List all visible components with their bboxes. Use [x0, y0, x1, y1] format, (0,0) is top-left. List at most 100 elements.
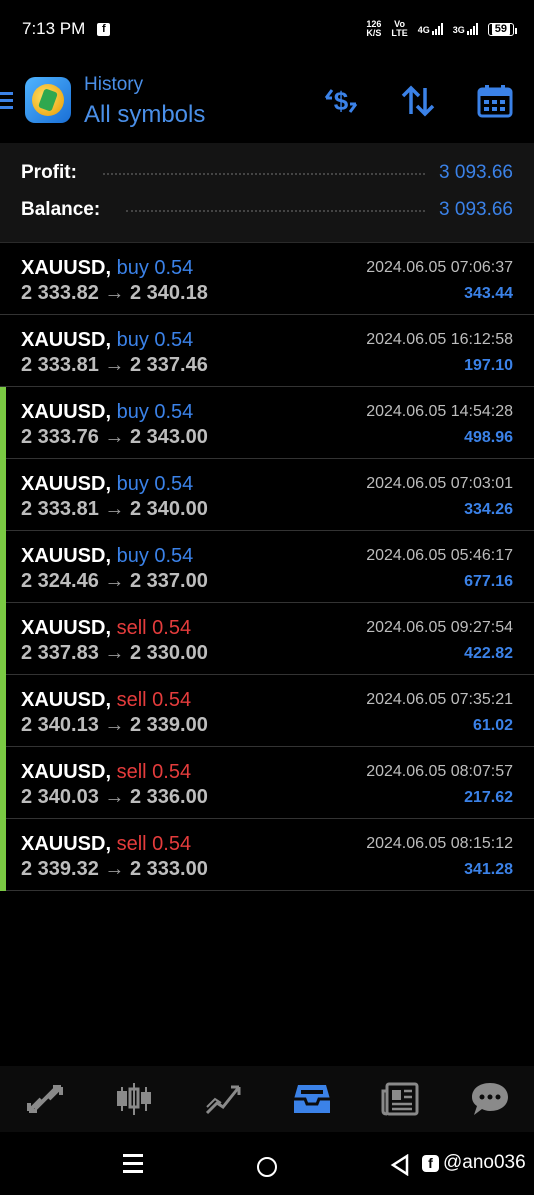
trade-row[interactable]: XAUUSD, buy 0.54 2 333.82 → 2 340.18 2024.…: [0, 243, 534, 315]
trade-profit: 498.96: [464, 429, 513, 446]
trade-row[interactable]: XAUUSD, buy 0.54 2 333.76 → 2 343.00 2024.…: [0, 387, 534, 459]
open-price: 2 333.82: [21, 282, 99, 304]
trade-symbol: XAUUSD, sell 0.54: [21, 761, 192, 783]
chat-tab[interactable]: [445, 1066, 534, 1132]
trade-date: 2024.06.05 08:07:57: [366, 763, 513, 780]
battery-icon: 59: [487, 22, 518, 36]
quotes-arrows-icon: [26, 1085, 63, 1113]
trade-date: 2024.06.05 07:35:21: [366, 691, 513, 708]
trade-date: 2024.06.05 07:03:01: [366, 475, 513, 492]
account-summary: Profit: 3 093.66 Balance: 3 093.66: [0, 143, 534, 243]
trade-tab[interactable]: [178, 1066, 267, 1132]
balance-row: Balance: 3 093.66: [21, 195, 513, 225]
profit-label: Profit:: [21, 162, 77, 183]
calendar-icon[interactable]: [476, 84, 514, 118]
close-price: 2 336.00: [129, 786, 208, 808]
trade-direction-volume: sell 0.54: [116, 761, 192, 783]
open-price: 2 333.81: [21, 354, 99, 376]
menu-icon[interactable]: [0, 92, 13, 113]
trade-profit: 61.02: [472, 717, 513, 734]
close-price: 2 343.00: [129, 426, 208, 448]
app-logo[interactable]: [25, 77, 71, 123]
back-button[interactable]: [390, 1154, 410, 1176]
trade-row[interactable]: XAUUSD, sell 0.54 2 337.83 → 2 330.00 2024…: [0, 603, 534, 675]
facebook-logo-icon: f: [422, 1154, 439, 1172]
close-price: 2 337.00: [129, 570, 208, 592]
open-price: 2 339.32: [21, 858, 99, 880]
open-price: 2 333.81: [21, 498, 99, 520]
trade-row[interactable]: XAUUSD, sell 0.54 2 340.13 → 2 339.00 2024…: [0, 675, 534, 747]
recent-apps-button[interactable]: [123, 1154, 143, 1178]
price-arrow: →: [104, 426, 125, 448]
trade-direction-volume: buy 0.54: [116, 473, 194, 495]
trade-prices: 2 324.46 → 2 337.00: [21, 570, 208, 593]
trade-prices: 2 339.32 → 2 333.00: [21, 858, 208, 881]
svg-text:$: $: [334, 86, 349, 116]
price-arrow: →: [104, 858, 125, 880]
trade-date: 2024.06.05 16:12:58: [366, 331, 513, 348]
trade-direction-volume: sell 0.54: [116, 689, 192, 711]
trade-symbol: XAUUSD, buy 0.54: [21, 545, 194, 567]
trade-history-list[interactable]: XAUUSD, buy 0.54 2 333.82 → 2 340.18 2024.…: [0, 243, 534, 891]
sort-icon[interactable]: [399, 84, 437, 118]
open-price: 2 337.83: [21, 642, 99, 664]
trade-row[interactable]: XAUUSD, buy 0.54 2 333.81 → 2 340.00 2024.…: [0, 459, 534, 531]
price-arrow: →: [104, 786, 125, 808]
system-nav-bar: f @ano036: [0, 1132, 534, 1195]
trade-row[interactable]: XAUUSD, sell 0.54 2 339.32 → 2 333.00 2024…: [0, 819, 534, 891]
trade-profit: 334.26: [464, 501, 513, 518]
quotes-tab[interactable]: [0, 1066, 89, 1132]
deposit-filter-icon[interactable]: $: [322, 84, 360, 118]
news-tab[interactable]: [356, 1066, 445, 1132]
price-arrow: →: [104, 354, 125, 376]
trade-row[interactable]: XAUUSD, sell 0.54 2 340.03 → 2 336.00 2024…: [0, 747, 534, 819]
trade-symbol: XAUUSD, buy 0.54: [21, 401, 194, 423]
close-price: 2 333.00: [129, 858, 208, 880]
trade-profit: 197.10: [464, 357, 513, 374]
signal-1-icon: 4G: [418, 23, 443, 35]
facebook-notification-icon: f: [97, 22, 111, 36]
volte-indicator: Vo LTE: [391, 19, 408, 38]
trade-date: 2024.06.05 14:54:28: [366, 403, 513, 420]
trade-symbol: XAUUSD, buy 0.54: [21, 473, 194, 495]
trade-date: 2024.06.05 05:46:17: [366, 547, 513, 564]
price-arrow: →: [104, 714, 125, 736]
chat-bubble-icon: [471, 1083, 508, 1115]
trade-date: 2024.06.05 09:27:54: [366, 619, 513, 636]
close-price: 2 337.46: [129, 354, 208, 376]
open-price: 2 333.76: [21, 426, 99, 448]
price-arrow: →: [104, 282, 125, 304]
history-tab[interactable]: [267, 1066, 356, 1132]
page-title[interactable]: All symbols: [84, 101, 205, 129]
candlestick-icon: [116, 1083, 151, 1115]
watermark: f @ano036: [422, 1152, 526, 1174]
trade-prices: 2 333.81 → 2 340.00: [21, 498, 208, 521]
balance-value: 3 093.66: [439, 199, 513, 220]
trade-date: 2024.06.05 08:15:12: [366, 835, 513, 852]
close-price: 2 330.00: [129, 642, 208, 664]
status-time: 7:13 PM: [22, 19, 86, 38]
trade-profit: 341.28: [464, 861, 513, 878]
close-price: 2 339.00: [129, 714, 208, 736]
home-button[interactable]: [257, 1157, 277, 1177]
price-arrow: →: [104, 642, 125, 664]
profit-value: 3 093.66: [439, 162, 513, 183]
trade-symbol: XAUUSD, sell 0.54: [21, 617, 192, 639]
trade-prices: 2 333.81 → 2 337.46: [21, 354, 208, 377]
trade-profit: 217.62: [464, 789, 513, 806]
close-price: 2 340.00: [129, 498, 208, 520]
page-subtitle: History: [84, 74, 144, 95]
chart-tab[interactable]: [89, 1066, 178, 1132]
trade-direction-volume: buy 0.54: [116, 257, 194, 279]
trade-profit: 677.16: [464, 573, 513, 590]
trade-direction-volume: sell 0.54: [116, 833, 192, 855]
trade-prices: 2 337.83 → 2 330.00: [21, 642, 208, 665]
trade-profit: 343.44: [464, 285, 513, 302]
net-speed: 126 K/S: [366, 19, 382, 38]
trade-row[interactable]: XAUUSD, buy 0.54 2 333.81 → 2 337.46 2024.…: [0, 315, 534, 387]
trade-profit: 422.82: [464, 645, 513, 662]
profit-row: Profit: 3 093.66: [21, 158, 513, 188]
trade-row[interactable]: XAUUSD, buy 0.54 2 324.46 → 2 337.00 2024.…: [0, 531, 534, 603]
bottom-tab-bar: [0, 1066, 534, 1132]
newspaper-icon: [381, 1082, 418, 1116]
